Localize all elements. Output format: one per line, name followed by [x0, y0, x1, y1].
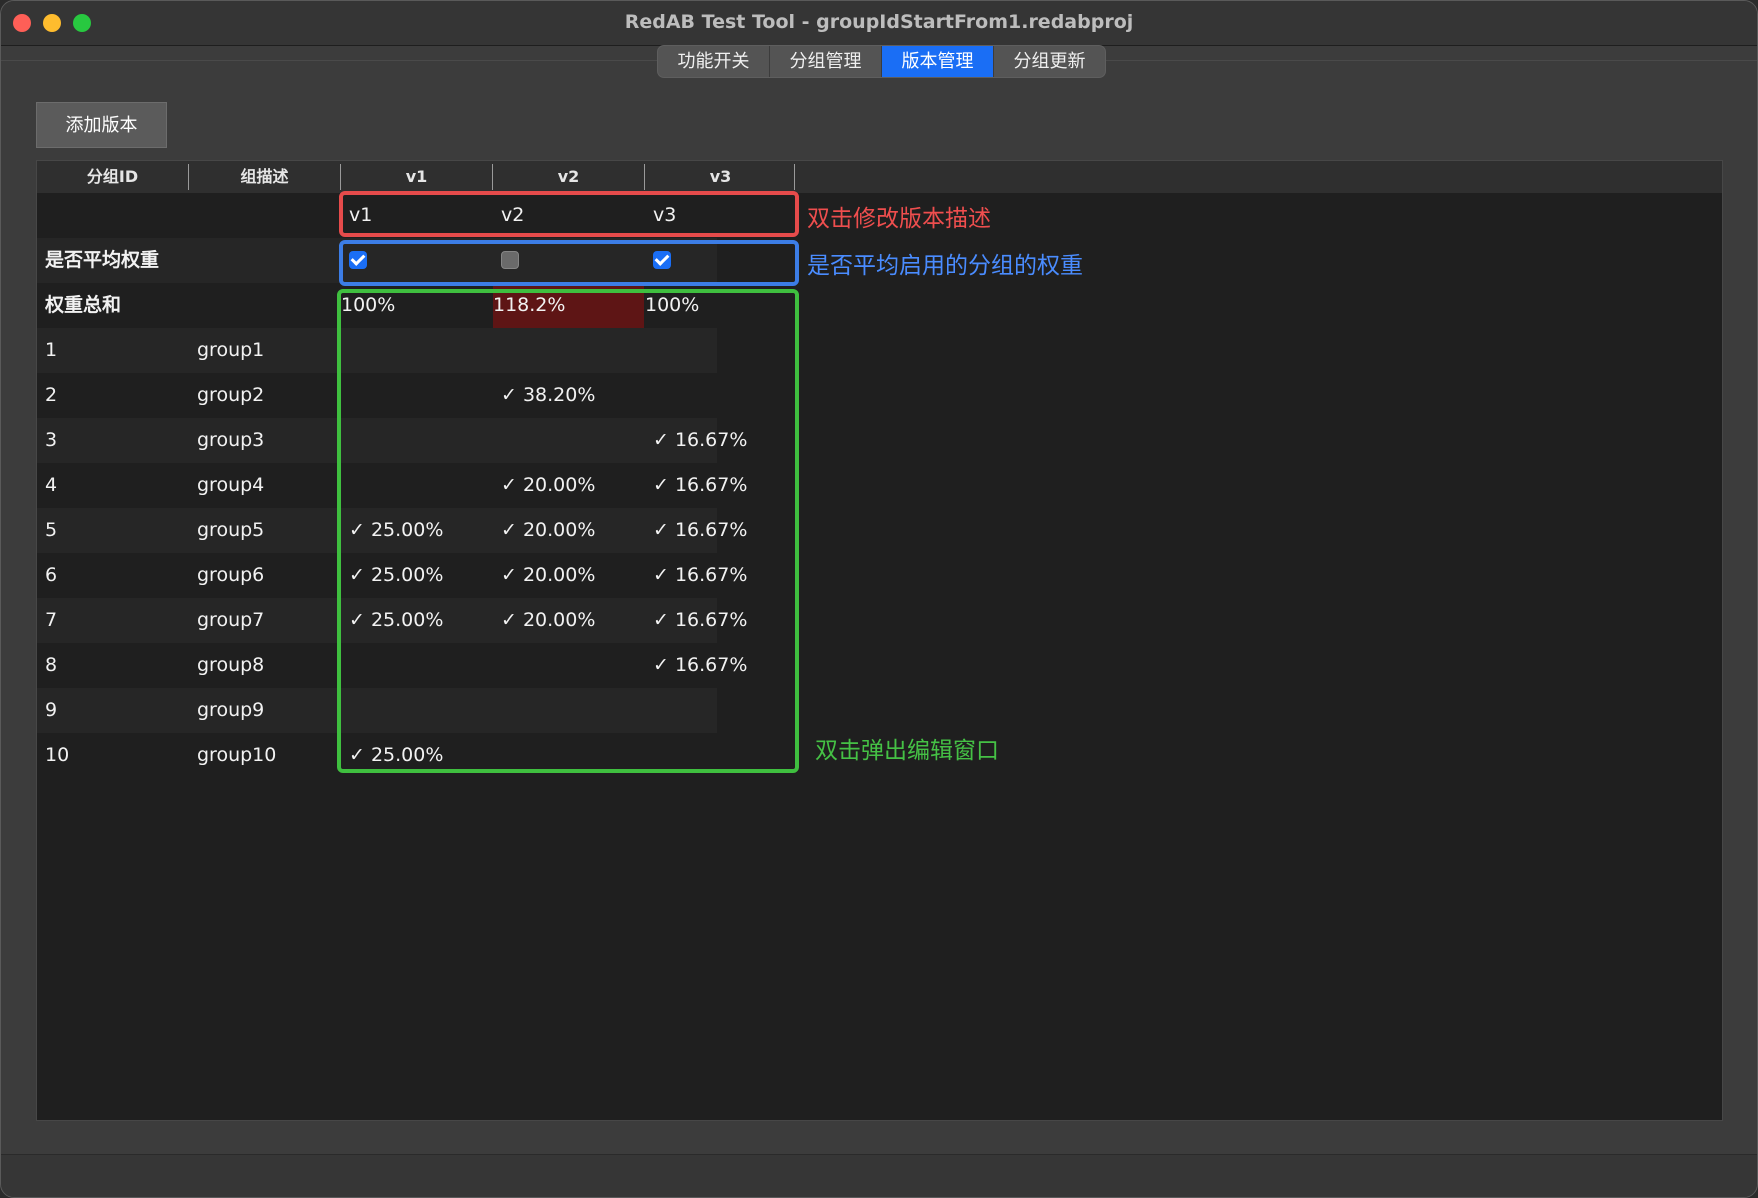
group-id-cell[interactable]: 10	[45, 733, 69, 778]
group-id-cell[interactable]: 8	[45, 643, 57, 688]
add-version-button[interactable]: 添加版本	[36, 102, 167, 148]
column-separator[interactable]	[794, 164, 795, 190]
status-bar	[1, 1154, 1757, 1197]
description-row-highlight	[339, 191, 799, 237]
group-desc-cell[interactable]: group8	[197, 643, 264, 688]
weights-area-highlight	[337, 289, 799, 773]
group-id-cell[interactable]: 6	[45, 553, 57, 598]
group-desc-cell[interactable]: group1	[197, 328, 264, 373]
group-desc-cell[interactable]: group4	[197, 463, 264, 508]
title-bar: RedAB Test Tool - groupIdStartFrom1.reda…	[1, 1, 1757, 46]
group-desc-cell[interactable]: group7	[197, 598, 264, 643]
app-window: RedAB Test Tool - groupIdStartFrom1.reda…	[0, 0, 1758, 1198]
annotation-edit-window: 双击弹出编辑窗口	[815, 738, 999, 764]
group-desc-cell[interactable]: group6	[197, 553, 264, 598]
group-id-cell[interactable]: 4	[45, 463, 57, 508]
header-v1[interactable]: v1	[341, 161, 492, 193]
group-id-cell[interactable]: 2	[45, 373, 57, 418]
group-desc-cell[interactable]: group3	[197, 418, 264, 463]
group-id-cell[interactable]: 3	[45, 418, 57, 463]
window-title: RedAB Test Tool - groupIdStartFrom1.reda…	[624, 11, 1134, 33]
average-weight-label[interactable]: 是否平均权重	[45, 238, 159, 283]
group-id-cell[interactable]: 7	[45, 598, 57, 643]
tab-bar: 功能开关 分组管理 版本管理 分组更新	[657, 45, 1106, 78]
annotation-average-weight: 是否平均启用的分组的权重	[807, 253, 1083, 279]
annotation-edit-description: 双击修改版本描述	[807, 206, 991, 232]
tab-version-management[interactable]: 版本管理	[882, 46, 994, 77]
table-header: 分组ID 组描述 v1 v2 v3	[37, 161, 1722, 193]
group-desc-cell[interactable]: group10	[197, 733, 276, 778]
group-desc-cell[interactable]: group9	[197, 688, 264, 733]
group-desc-cell[interactable]: group2	[197, 373, 264, 418]
group-id-cell[interactable]: 5	[45, 508, 57, 553]
tab-group-management[interactable]: 分组管理	[770, 46, 882, 77]
tab-feature-switch[interactable]: 功能开关	[658, 46, 770, 77]
tab-group-update[interactable]: 分组更新	[994, 46, 1105, 77]
group-id-cell[interactable]: 9	[45, 688, 57, 733]
header-v3[interactable]: v3	[645, 161, 796, 193]
header-group-desc[interactable]: 组描述	[189, 161, 340, 193]
version-table: 分组ID 组描述 v1 v2 v3 v1 v2 v3 是否平均权重 权重总和 100% 11…	[36, 160, 1723, 1121]
weight-total-label[interactable]: 权重总和	[45, 283, 121, 328]
header-v2[interactable]: v2	[493, 161, 644, 193]
header-group-id[interactable]: 分组ID	[37, 161, 188, 193]
group-id-cell[interactable]: 1	[45, 328, 57, 373]
group-desc-cell[interactable]: group5	[197, 508, 264, 553]
average-row-highlight	[339, 240, 799, 286]
